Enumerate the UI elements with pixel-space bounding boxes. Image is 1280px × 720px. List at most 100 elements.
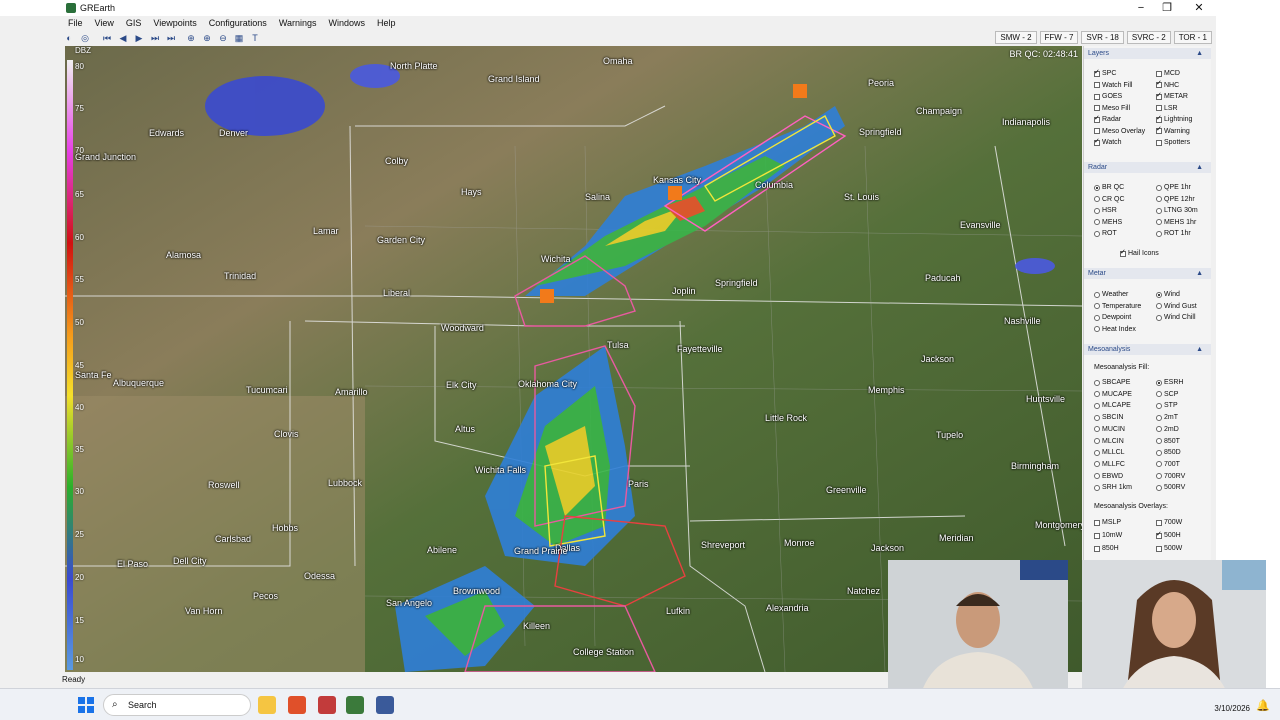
radio-button[interactable] [1156,414,1162,421]
ovl-option[interactable]: MSLP [1094,519,1121,526]
next-frame-icon[interactable]: ⏭ [148,32,162,44]
smw-count[interactable]: SMW - 2 [995,31,1037,44]
checkbox[interactable] [1094,68,1100,77]
metar-option[interactable]: Wind [1156,291,1180,298]
metar-option[interactable]: Dewpoint [1094,314,1131,321]
maximize-button[interactable]: ❐ [1152,0,1182,16]
metar-option[interactable]: Weather [1094,291,1128,298]
hail-icons-checkbox[interactable]: Hail Icons [1120,248,1159,257]
radio-button[interactable] [1156,402,1162,409]
svr-count[interactable]: SVR - 18 [1081,31,1124,44]
checkbox[interactable] [1156,91,1162,100]
radar-option[interactable]: QPE 12hr [1156,196,1195,203]
radio-button[interactable] [1094,449,1100,456]
radio-button[interactable] [1156,391,1162,398]
layers-option[interactable]: LSR [1156,105,1178,112]
meso-option[interactable]: 500RV [1156,484,1185,491]
metar-option[interactable]: Wind Gust [1156,303,1197,310]
radio-button[interactable] [1156,473,1162,480]
meso-header[interactable]: Mesoanalysis ▲ [1084,344,1211,355]
radar-option[interactable]: BR QC [1094,184,1124,191]
menu-file[interactable]: File [62,18,89,28]
windows-start-icon[interactable] [78,697,94,713]
radio-button[interactable] [1094,314,1100,321]
layers-option[interactable]: NHC [1156,79,1179,89]
meso-option[interactable]: 850D [1156,449,1181,456]
checkbox[interactable] [1094,114,1100,123]
meso-option[interactable]: SCP [1156,391,1178,398]
menu-configurations[interactable]: Configurations [203,18,273,28]
meso-option[interactable]: 850T [1156,438,1180,445]
checkbox[interactable] [1094,82,1100,88]
radar-option[interactable]: HSR [1094,207,1117,214]
meso-option[interactable]: 2mD [1156,426,1179,433]
layers-option[interactable]: Meso Fill [1094,105,1130,112]
first-frame-icon[interactable]: ⏮ [100,32,114,44]
meso-option[interactable]: MLLFC [1094,461,1125,468]
app-icon[interactable] [376,696,394,714]
ovl-option[interactable]: 500W [1156,545,1182,552]
meso-option[interactable]: 700RV [1156,473,1185,480]
radio-button[interactable] [1156,291,1162,298]
menu-viewpoints[interactable]: Viewpoints [147,18,202,28]
radio-button[interactable] [1094,484,1100,491]
checkbox[interactable] [1094,93,1100,100]
layers-option[interactable]: SPC [1094,68,1116,77]
radio-button[interactable] [1156,484,1162,491]
radar-option[interactable]: QPE 1hr [1156,184,1191,191]
meso-option[interactable]: MUCIN [1094,426,1125,433]
layers-option[interactable]: Lightning [1156,114,1192,123]
radio-button[interactable] [1094,196,1100,202]
radio-button[interactable] [1094,303,1100,309]
meso-option[interactable]: SBCIN [1094,414,1123,421]
grid-icon[interactable]: ▦ [232,32,246,44]
menu-view[interactable]: View [89,18,120,28]
checkbox[interactable] [1094,128,1100,134]
radio-button[interactable] [1094,461,1100,468]
prev-frame-icon[interactable]: ◀ [116,32,130,44]
zoom-out-icon[interactable]: ⊖ [216,32,230,44]
grearth-icon[interactable] [346,696,364,714]
radio-button[interactable] [1094,438,1100,444]
radio-button[interactable] [1156,438,1162,444]
checkbox[interactable] [1156,125,1162,134]
checkbox[interactable] [1094,105,1100,111]
radio-button[interactable] [1094,426,1100,433]
meso-option[interactable]: EBWD [1094,473,1123,480]
radar-header[interactable]: Radar ▲ [1084,162,1211,173]
layers-option[interactable]: Spotters [1156,139,1190,146]
radio-button[interactable] [1156,207,1162,214]
checkbox[interactable] [1156,114,1162,123]
radio-button[interactable] [1156,184,1162,191]
layers-option[interactable]: METAR [1156,91,1188,100]
radio-button[interactable] [1094,291,1100,298]
radio-button[interactable] [1094,414,1100,421]
ovl-option[interactable]: 500H [1156,530,1181,539]
notification-icon[interactable]: 🔔 [1256,699,1270,712]
radio-button[interactable] [1156,314,1162,321]
metar-option[interactable]: Temperature [1094,303,1141,310]
radar-option[interactable]: MEHS [1094,219,1122,226]
radio-button[interactable] [1094,379,1100,386]
taskbar-search[interactable]: ⌕ Search [103,694,251,716]
checkbox[interactable] [1094,532,1100,539]
globe-icon[interactable]: ◐ [62,32,76,44]
meso-option[interactable]: MLLCL [1094,449,1125,456]
ovl-option[interactable]: 850H [1094,545,1119,552]
layers-option[interactable]: Watch Fill [1094,82,1132,89]
meso-option[interactable]: MLCAPE [1094,402,1131,409]
checkbox[interactable] [1156,105,1162,111]
ovl-option[interactable]: 700W [1156,519,1182,526]
ffw-count[interactable]: FFW - 7 [1039,31,1079,44]
meso-option[interactable]: MLCIN [1094,438,1124,445]
close-button[interactable]: ✕ [1184,0,1214,16]
checkbox[interactable] [1156,70,1162,77]
last-frame-icon[interactable]: ⏭ [164,32,178,44]
radio-button[interactable] [1156,303,1162,309]
meso-option[interactable]: 2mT [1156,414,1178,421]
svrc-count[interactable]: SVRC - 2 [1126,31,1171,44]
metar-header[interactable]: Metar ▲ [1084,268,1211,279]
radio-button[interactable] [1094,230,1100,237]
radio-button[interactable] [1094,391,1100,398]
meso-option[interactable]: MUCAPE [1094,391,1132,398]
